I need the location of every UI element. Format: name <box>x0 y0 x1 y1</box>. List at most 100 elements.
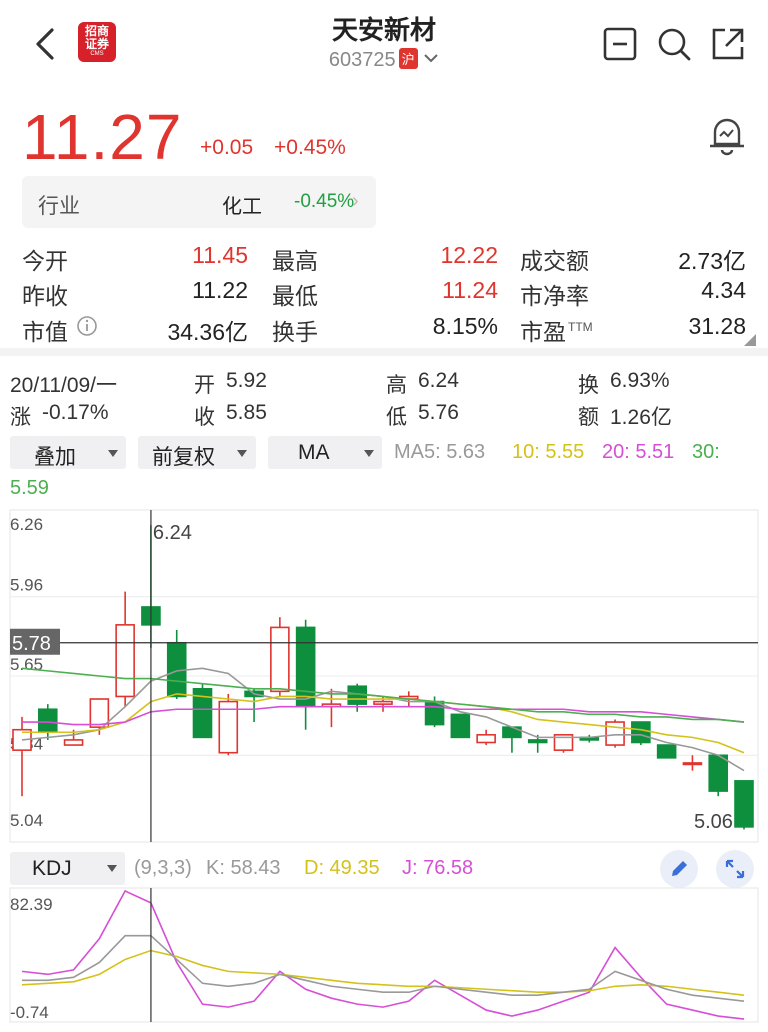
candle-up <box>605 721 625 746</box>
info-icon[interactable] <box>76 315 98 337</box>
y-tick-label: 6.26 <box>10 515 43 534</box>
stat-label: 成交额 <box>520 248 589 274</box>
day-amt-label: 额 <box>578 406 599 429</box>
stat-label: 最高 <box>272 248 318 274</box>
kdj-d: D: 49.35 <box>304 857 380 879</box>
candle-down <box>424 700 445 726</box>
industry-bar[interactable]: 行业 化工 -0.45% › <box>22 176 376 228</box>
chevron-right-icon: › <box>352 190 359 212</box>
day-chg-label: 涨 <box>10 406 31 429</box>
day-close-label: 收 <box>194 406 215 429</box>
stat-label: 今开 <box>22 248 68 274</box>
share-icon[interactable] <box>710 26 746 62</box>
stock-code: 603725 <box>328 49 396 71</box>
candle-down <box>631 721 651 744</box>
candle-down <box>734 780 754 828</box>
minus-box-icon[interactable] <box>602 26 638 62</box>
candle-up <box>476 734 496 744</box>
caret-down-icon <box>237 450 247 457</box>
corner-fold-icon <box>744 334 756 346</box>
indicator-dropdown[interactable]: MA <box>268 436 382 469</box>
candle-up <box>682 762 703 766</box>
candlestick-chart[interactable]: 6.265.965.655.345.045.786.245.06 <box>0 506 768 846</box>
y-tick-label: 5.04 <box>10 811 43 830</box>
kdj-chart[interactable]: 82.39 -0.74 <box>0 886 768 1028</box>
ma20-value: 20: 5.51 <box>602 441 675 463</box>
kdj-dropdown[interactable]: KDJ <box>10 852 125 885</box>
caret-down-icon <box>108 450 118 457</box>
adjust-label: 前复权 <box>152 446 215 469</box>
ma5-value: MA5: 5.63 <box>394 441 486 463</box>
low-marker-label: 5.06 <box>694 811 733 833</box>
day-high: 6.24 <box>418 369 459 392</box>
y-tick-label: 5.65 <box>10 655 43 674</box>
stat-value: 11.24 <box>442 277 498 303</box>
day-close: 5.85 <box>226 401 267 424</box>
price-change: +0.05 <box>200 136 254 159</box>
kdj-params: (9,3,3) <box>134 857 192 879</box>
candle-down <box>527 739 548 744</box>
y-tick-label: 5.96 <box>10 576 43 595</box>
day-turn: 6.93% <box>610 369 670 392</box>
ma30-value: 5.59 <box>10 477 49 499</box>
kdj-k: K: 58.43 <box>206 857 281 879</box>
caret-down-icon <box>107 865 117 872</box>
industry-pct: -0.45% <box>294 191 355 212</box>
expand-button[interactable] <box>716 850 754 888</box>
stock-code-row[interactable]: 603725 沪 <box>0 48 768 72</box>
adjust-dropdown[interactable]: 前复权 <box>138 436 256 469</box>
candle-down <box>295 626 316 708</box>
caret-down-icon <box>364 450 374 457</box>
ma10-value: 10: 5.55 <box>512 441 585 463</box>
stat-value: 4.34 <box>701 277 746 303</box>
day-high-label: 高 <box>386 374 407 397</box>
section-divider <box>0 348 768 356</box>
exchange-badge: 沪 <box>398 48 418 69</box>
stat-label: 市净率 <box>520 283 589 309</box>
stat-label: 昨收 <box>22 283 68 309</box>
candle-down <box>37 708 58 734</box>
industry-name: 化工 <box>222 196 262 218</box>
search-icon[interactable] <box>656 26 692 62</box>
overlay-dropdown[interactable]: 叠加 <box>10 436 126 469</box>
day-low-label: 低 <box>386 406 407 429</box>
stat-value: 34.36亿 <box>167 319 248 345</box>
day-date: 20/11/09/一 <box>10 374 118 397</box>
chevron-down-icon <box>424 54 438 63</box>
day-turn-label: 换 <box>578 374 599 397</box>
stat-value: 31.28 <box>688 313 746 339</box>
day-amt: 1.26亿 <box>610 406 672 429</box>
stat-value: 8.15% <box>432 313 498 339</box>
pe-sup: TTM <box>568 320 593 335</box>
candle-down <box>708 754 729 792</box>
kdj-y-bottom: -0.74 <box>10 1003 49 1022</box>
stat-label: 最低 <box>272 283 318 309</box>
last-price: 11.27 <box>22 101 183 173</box>
stat-value: 11.22 <box>192 277 248 303</box>
indicator-label: MA <box>298 441 330 464</box>
kdj-label: KDJ <box>32 857 72 880</box>
stock-name: 天安新材 <box>331 15 436 45</box>
top-bar: 招商 证券 CMS 天安新材 603725 沪 <box>0 0 768 92</box>
kdj-k-line <box>22 934 745 1002</box>
kdj-j-line <box>21 889 745 1020</box>
candle-up <box>115 624 135 698</box>
stat-value: 2.73亿 <box>678 248 746 274</box>
candle-up <box>63 739 84 746</box>
stat-label-text: 市盈 <box>520 319 566 345</box>
candle-down <box>450 713 471 739</box>
stat-value: 11.45 <box>192 242 248 268</box>
candle-up <box>270 626 290 693</box>
kdj-j: J: 76.58 <box>402 857 474 879</box>
candle-down <box>656 744 677 759</box>
edit-button[interactable] <box>660 850 698 888</box>
industry-label: 行业 <box>38 195 80 218</box>
kdj-frame <box>9 887 759 1023</box>
candle-up <box>373 700 393 705</box>
stat-label: 市盈 TTM <box>520 313 593 347</box>
kdj-y-top: 82.39 <box>10 895 53 914</box>
alarm-bell-icon[interactable] <box>706 112 748 156</box>
day-low: 5.76 <box>418 401 459 424</box>
price-change-pct: +0.45% <box>274 136 346 159</box>
stat-label: 市值 <box>22 319 68 345</box>
